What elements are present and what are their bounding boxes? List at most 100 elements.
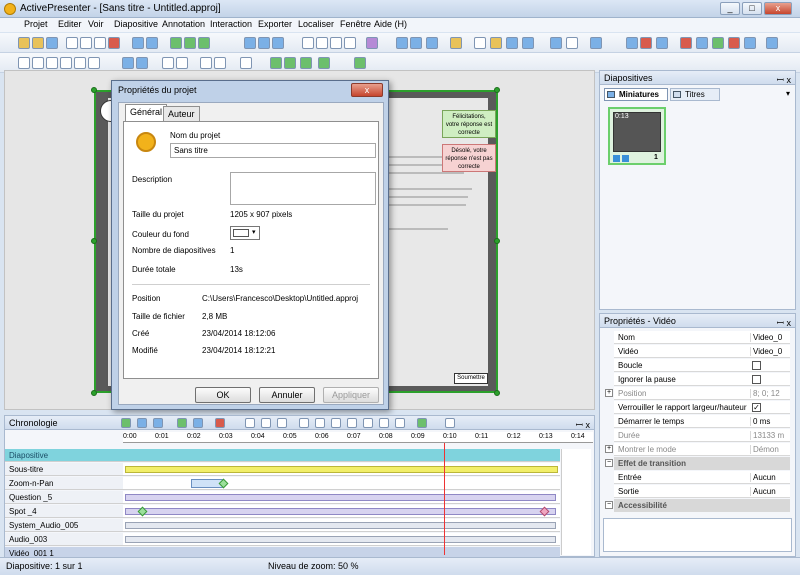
spot-clip[interactable] [125,508,556,515]
system-audio-clip[interactable] [125,522,556,529]
align-icon[interactable] [550,37,562,49]
prop-row-duration[interactable]: Durée 13133 m [614,429,790,442]
distribute-v-icon[interactable] [176,57,188,69]
spacing-icon[interactable] [240,57,252,69]
open-icon[interactable] [32,37,44,49]
resize-handle[interactable] [494,390,500,396]
prop-value[interactable]: 13133 m [750,431,790,440]
align-left-icon[interactable] [18,57,30,69]
track-question[interactable] [123,491,560,504]
tools-icon[interactable] [566,37,578,49]
menu-interaction[interactable]: Interaction [210,19,252,29]
play-icon[interactable] [121,418,131,428]
time-ruler[interactable]: 0:00 0:01 0:02 0:03 0:04 0:05 0:06 0:07 … [123,432,593,443]
options-icon[interactable] [445,418,455,428]
bring-front-icon[interactable] [300,57,312,69]
track-label-audio[interactable]: Audio_003 [5,533,123,546]
track-zoom-pan[interactable] [123,477,560,490]
dialog-close-button[interactable]: x [351,83,383,97]
export-pdf-icon[interactable] [680,37,692,49]
resize-handle[interactable] [91,390,97,396]
tab-general[interactable]: Général [125,104,168,121]
help-icon[interactable] [766,37,778,49]
note-icon[interactable] [490,37,502,49]
menu-fenetre[interactable]: Fenêtre [340,19,371,29]
track-label-system-audio[interactable]: System_Audio_005 [5,519,123,532]
delete-icon[interactable] [108,37,120,49]
resize-handle[interactable] [91,87,97,93]
transition-icon[interactable] [410,37,422,49]
export-image-icon[interactable] [744,37,756,49]
publish-icon[interactable] [354,57,366,69]
expand-icon[interactable]: + [605,445,613,453]
copy-icon[interactable] [80,37,92,49]
zoom-out-icon[interactable] [261,418,271,428]
frame-icon[interactable] [506,37,518,49]
export-ppt-icon[interactable] [728,37,740,49]
menu-diapositive[interactable]: Diapositive [114,19,158,29]
record-icon[interactable] [215,418,225,428]
cc-icon[interactable] [426,37,438,49]
track-label-spot[interactable]: Spot _4 [5,505,123,518]
track-label-question[interactable]: Question _5 [5,491,123,504]
track-subtitle[interactable] [123,463,560,476]
slide-thumbnail[interactable]: 0:13 1 [608,107,666,165]
menu-aide[interactable]: Aide (H) [374,19,407,29]
callout-icon[interactable] [344,37,356,49]
redo-icon[interactable] [146,37,158,49]
panel-pin-close-icon[interactable]: ꟷ x [576,418,590,431]
audio-clip[interactable] [125,536,556,543]
timeline-scroll-area[interactable] [561,449,591,555]
prop-value[interactable]: 0 ms [750,417,790,426]
group-icon[interactable] [270,57,282,69]
marker-icon[interactable] [315,418,325,428]
menu-editer[interactable]: Editer [58,19,82,29]
submit-button[interactable]: Soumettre [454,373,488,384]
settings-icon[interactable] [153,418,163,428]
font-icon[interactable] [474,37,486,49]
resize-handle[interactable] [494,238,500,244]
record-icon[interactable] [244,37,256,49]
prop-value[interactable]: Video_0 [750,333,790,342]
paste-icon[interactable] [94,37,106,49]
distribute-icon[interactable] [162,57,174,69]
ok-button[interactable]: OK [195,387,251,403]
prop-value[interactable]: Aucun [750,473,790,482]
export-word-icon[interactable] [696,37,708,49]
image-icon[interactable] [330,37,342,49]
collapse-icon[interactable]: − [605,501,613,509]
prop-row-position[interactable]: Position 8; 0; 12 [614,387,790,400]
question-icon[interactable] [366,37,378,49]
track-audio[interactable] [123,533,560,546]
menu-voir[interactable]: Voir [88,19,104,29]
crop-icon[interactable] [347,418,357,428]
end-marker[interactable] [444,443,445,555]
lock-ratio-checkbox[interactable]: ✓ [752,403,761,412]
prop-row-boucle[interactable]: Boucle [614,359,790,372]
prop-row-sortie[interactable]: Sortie Aucun [614,485,790,498]
stop-icon[interactable] [193,418,203,428]
callout-correct[interactable]: Félicitations, votre réponse est correct… [442,110,496,138]
cancel-button[interactable]: Annuler [259,387,315,403]
insert-slide-icon[interactable] [258,37,270,49]
tab-auteur[interactable]: Auteur [163,106,200,121]
freeze-icon[interactable] [363,418,373,428]
prop-row-show-mode[interactable]: Montrer le mode Démon [614,443,790,456]
prop-value[interactable]: Video_0 [750,347,790,356]
fit-icon[interactable] [184,37,196,49]
maximize-button[interactable]: □ [742,2,762,15]
track-spot[interactable] [123,505,560,518]
track-slide[interactable] [123,449,560,462]
same-width-icon[interactable] [122,57,134,69]
prop-row-video[interactable]: Vidéo Video_0 [614,345,790,358]
track-label-zoom-pan[interactable]: Zoom-n-Pan [5,477,123,490]
minimize-button[interactable]: _ [720,2,740,15]
prop-section-accessibility[interactable]: Accessibilité [614,499,790,512]
cut-icon[interactable] [66,37,78,49]
prop-value[interactable]: Aucun [750,487,790,496]
refresh-icon[interactable] [396,37,408,49]
ignore-pause-checkbox[interactable] [752,375,761,384]
prop-row-entree[interactable]: Entrée Aucun [614,471,790,484]
question-clip[interactable] [125,494,556,501]
export-flash-icon[interactable] [640,37,652,49]
